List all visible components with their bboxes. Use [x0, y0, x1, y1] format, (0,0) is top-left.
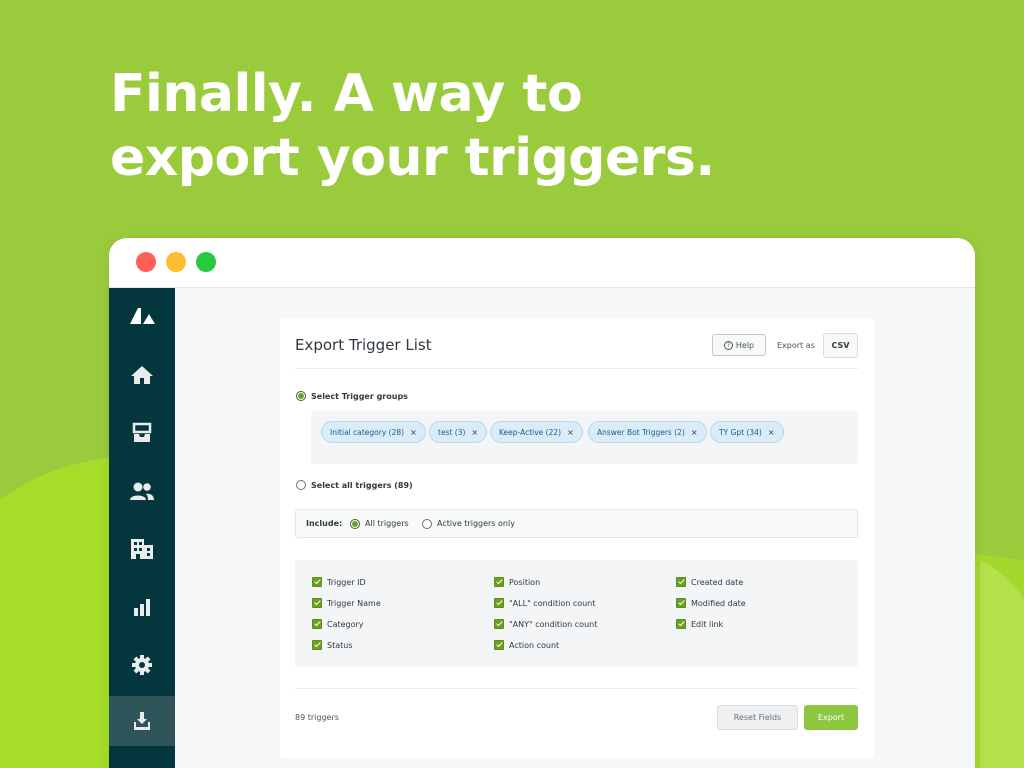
- close-window-button[interactable]: [136, 252, 156, 272]
- field-checkbox[interactable]: [494, 598, 504, 608]
- maximize-window-button[interactable]: [196, 252, 216, 272]
- field-label: Trigger ID: [327, 578, 366, 587]
- active-triggers-label: Active triggers only: [437, 519, 515, 528]
- field-label: Modified date: [691, 599, 746, 608]
- include-label: Include:: [306, 519, 343, 528]
- field-label: "ANY" condition count: [509, 620, 598, 629]
- all-triggers-radio[interactable]: [350, 519, 360, 529]
- field-label: Action count: [509, 641, 560, 650]
- select-all-radio[interactable]: [296, 480, 306, 490]
- trigger-groups-multiselect[interactable]: Initial category (28) × test (3) × Keep-…: [311, 411, 858, 464]
- footer-divider: [295, 688, 858, 689]
- group-tag[interactable]: Initial category (28) ×: [321, 421, 426, 443]
- field-label: Created date: [691, 578, 744, 587]
- inbox-icon[interactable]: [109, 408, 175, 458]
- hero-headline: Finally. A way to export your triggers.: [110, 62, 715, 190]
- field-checkbox[interactable]: [676, 577, 686, 587]
- include-filter: Include: All triggers Active triggers on…: [295, 509, 858, 538]
- all-triggers-label: All triggers: [365, 519, 409, 528]
- panel-title: Export Trigger List: [295, 336, 432, 354]
- field-label: Category: [327, 620, 364, 629]
- window-titlebar: [109, 238, 975, 288]
- gear-icon[interactable]: [109, 640, 175, 690]
- field-checkbox[interactable]: [494, 619, 504, 629]
- group-tag[interactable]: Keep-Active (22) ×: [490, 421, 583, 443]
- export-as-label: Export as: [777, 341, 815, 350]
- group-tag[interactable]: Answer Bot Triggers (2) ×: [588, 421, 707, 443]
- group-tag[interactable]: test (3) ×: [429, 421, 488, 443]
- export-trigger-panel: Export Trigger List ? Help Export as CSV…: [280, 318, 874, 758]
- hero-line-2: export your triggers.: [110, 128, 715, 188]
- bar-chart-icon[interactable]: [109, 582, 175, 632]
- select-all-label: Select all triggers (89): [311, 481, 413, 490]
- app-window: Export Trigger List ? Help Export as CSV…: [109, 238, 975, 768]
- help-button[interactable]: ? Help: [712, 334, 766, 356]
- remove-tag-icon[interactable]: ×: [410, 428, 417, 437]
- help-label: Help: [735, 340, 755, 350]
- field-checkbox[interactable]: [312, 619, 322, 629]
- field-checkbox[interactable]: [676, 598, 686, 608]
- select-groups-label: Select Trigger groups: [311, 392, 408, 401]
- field-checkbox[interactable]: [494, 640, 504, 650]
- remove-tag-icon[interactable]: ×: [471, 428, 478, 437]
- fields-checklist: Trigger ID Trigger Name Category Status …: [295, 560, 858, 667]
- users-icon[interactable]: [109, 466, 175, 516]
- reset-fields-button[interactable]: Reset Fields: [717, 705, 798, 730]
- field-checkbox[interactable]: [676, 619, 686, 629]
- minimize-window-button[interactable]: [166, 252, 186, 272]
- download-icon[interactable]: [109, 696, 175, 746]
- active-triggers-radio[interactable]: [422, 519, 432, 529]
- field-checkbox[interactable]: [312, 640, 322, 650]
- remove-tag-icon[interactable]: ×: [691, 428, 698, 437]
- remove-tag-icon[interactable]: ×: [567, 428, 574, 437]
- group-tag[interactable]: TY Gpt (34) ×: [710, 421, 784, 443]
- select-groups-radio[interactable]: [296, 391, 306, 401]
- field-label: Trigger Name: [327, 599, 381, 608]
- remove-tag-icon[interactable]: ×: [768, 428, 775, 437]
- field-checkbox[interactable]: [494, 577, 504, 587]
- question-icon: ?: [723, 340, 733, 350]
- home-icon[interactable]: [109, 350, 175, 400]
- field-label: Position: [509, 578, 541, 587]
- field-checkbox[interactable]: [312, 577, 322, 587]
- format-select[interactable]: CSV: [823, 333, 858, 358]
- trigger-count: 89 triggers: [295, 713, 339, 722]
- field-label: Status: [327, 641, 353, 650]
- field-checkbox[interactable]: [312, 598, 322, 608]
- zendesk-logo-icon[interactable]: [109, 291, 175, 341]
- field-label: Edit link: [691, 620, 724, 629]
- hero-line-1: Finally. A way to: [110, 64, 583, 124]
- field-label: "ALL" condition count: [509, 599, 596, 608]
- header-divider: [295, 368, 858, 369]
- building-icon[interactable]: [109, 524, 175, 574]
- export-button[interactable]: Export: [804, 705, 858, 730]
- sidebar: [109, 288, 175, 768]
